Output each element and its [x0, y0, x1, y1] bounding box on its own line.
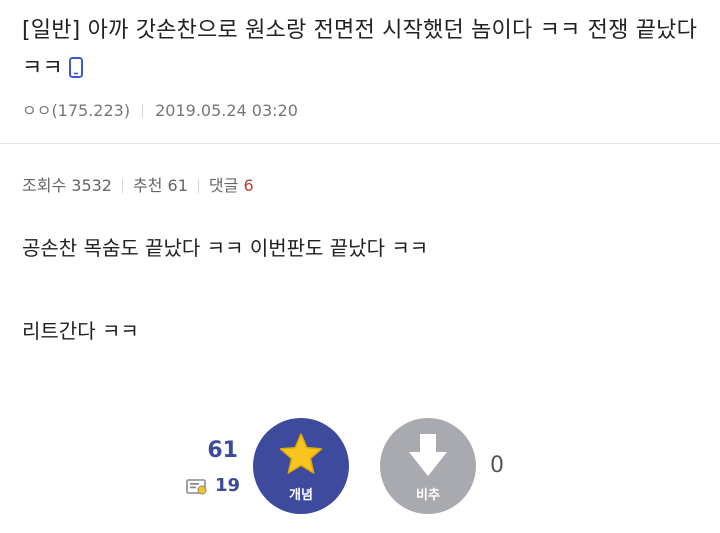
meta-divider	[142, 104, 144, 118]
comments-label[interactable]: 댓글	[209, 176, 238, 195]
vote-area: 61 19 개념 비추 0	[0, 415, 720, 525]
author-name[interactable]: ㅇㅇ(175.223)	[22, 101, 130, 120]
views-label: 조회수	[22, 176, 67, 195]
post-body-line: 공손찬 목숨도 끝났다 ㅋㅋ 이번판도 끝났다 ㅋㅋ	[22, 236, 429, 260]
not-recommend-button[interactable]: 비추	[380, 418, 476, 514]
stats-divider	[121, 179, 123, 193]
stats-divider	[197, 179, 199, 193]
fixed-recommend: 19	[184, 475, 240, 499]
post-title-text: [일반] 아까 갓손찬으로 원소랑 전면전 시작했던 놈이다 ㅋㅋ 전쟁 끝났다…	[22, 18, 698, 81]
fixed-user-icon	[186, 479, 208, 499]
star-icon	[278, 432, 324, 480]
recommend-button[interactable]: 개념	[253, 418, 349, 514]
mobile-phone-icon	[68, 53, 83, 91]
post-stats: 조회수 3532 추천 61 댓글 6	[22, 172, 254, 196]
post-body-line: 리트간다 ㅋㅋ	[22, 319, 139, 343]
recommend-button-label: 개념	[289, 488, 313, 503]
post-meta: ㅇㅇ(175.223) 2019.05.24 03:20	[22, 97, 298, 121]
comments-count[interactable]: 6	[243, 176, 253, 195]
post-date: 2019.05.24 03:20	[155, 101, 298, 120]
not-recommend-button-label: 비추	[416, 488, 440, 503]
views-count: 3532	[71, 176, 112, 195]
post-header: [일반] 아까 갓손찬으로 원소랑 전면전 시작했던 놈이다 ㅋㅋ 전쟁 끝났다…	[0, 0, 720, 144]
recommend-label: 추천	[132, 176, 163, 195]
post-title: [일반] 아까 갓손찬으로 원소랑 전면전 시작했던 놈이다 ㅋㅋ 전쟁 끝났다…	[22, 12, 712, 91]
recommend-count: 61	[167, 176, 188, 195]
down-arrow-icon	[407, 432, 449, 482]
fixed-recommend-count: 19	[214, 475, 240, 496]
not-recommend-count: 0	[490, 453, 504, 478]
recommend-total: 61	[207, 438, 238, 463]
